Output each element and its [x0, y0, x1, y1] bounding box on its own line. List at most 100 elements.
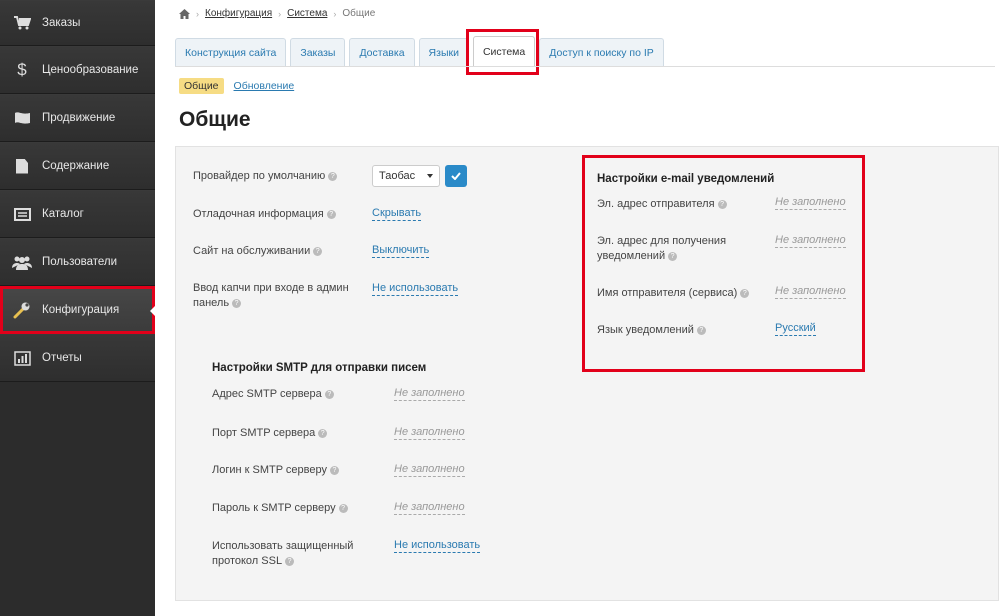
breadcrumb-configuration[interactable]: Конфигурация: [205, 8, 272, 19]
sidebar-item-label: Заказы: [42, 17, 81, 29]
breadcrumb: › Конфигурация › Система › Общие: [179, 8, 375, 19]
sidebar: Заказы $ Ценообразование Продвижение Сод…: [0, 0, 155, 616]
page-title: Общие: [179, 108, 251, 131]
email-language-label: Язык уведомлений?: [597, 323, 706, 338]
check-icon: [451, 172, 461, 180]
smtp-address-value[interactable]: Не заполнено: [394, 387, 465, 401]
help-icon[interactable]: ?: [328, 171, 338, 181]
breadcrumb-current: Общие: [342, 8, 376, 19]
captcha-label-text: Ввод капчи при входе в админ панель: [193, 282, 349, 309]
help-icon[interactable]: ?: [696, 325, 706, 335]
email-section-title: Настройки e-mail уведомлений: [597, 173, 775, 185]
maintenance-toggle-link[interactable]: Выключить: [372, 244, 430, 258]
tabs-divider: [175, 66, 995, 67]
email-sender-value[interactable]: Не заполнено: [775, 196, 846, 210]
smtp-ssl-label-text: Использовать защищенный протокол SSL: [212, 540, 354, 567]
breadcrumb-system[interactable]: Система: [287, 8, 327, 19]
breadcrumb-separator: ›: [333, 8, 337, 19]
provider-label: Провайдер по умолчанию?: [193, 169, 338, 184]
help-icon[interactable]: ?: [717, 199, 727, 209]
provider-select-value: Таобас: [379, 170, 416, 182]
highlight-frame: [466, 29, 539, 75]
email-language-link[interactable]: Русский: [775, 322, 816, 336]
smtp-password-value[interactable]: Не заполнено: [394, 501, 465, 515]
smtp-address-label-text: Адрес SMTP сервера: [212, 388, 322, 400]
subtab-update[interactable]: Обновление: [234, 80, 295, 92]
email-sender-label-text: Эл. адрес отправителя: [597, 198, 715, 210]
maintenance-label: Сайт на обслуживании?: [193, 244, 323, 259]
document-icon: [12, 158, 32, 174]
help-icon[interactable]: ?: [313, 246, 323, 256]
captcha-toggle-link[interactable]: Не использовать: [372, 282, 459, 296]
flag-icon: [12, 110, 32, 126]
debug-label: Отладочная информация?: [193, 207, 336, 222]
tab-ip-search-access[interactable]: Доступ к поиску по IP: [539, 38, 664, 66]
smtp-ssl-toggle-link[interactable]: Не использовать: [394, 539, 481, 553]
smtp-port-value[interactable]: Не заполнено: [394, 426, 465, 440]
chevron-down-icon: [427, 174, 433, 178]
home-icon[interactable]: [179, 8, 190, 19]
email-sender-name-value[interactable]: Не заполнено: [775, 285, 846, 299]
smtp-login-value[interactable]: Не заполнено: [394, 463, 465, 477]
sidebar-item-label: Каталог: [42, 208, 84, 220]
sidebar-item-label: Ценообразование: [42, 64, 139, 76]
email-receiver-value[interactable]: Не заполнено: [775, 234, 846, 248]
smtp-address-label: Адрес SMTP сервера?: [212, 387, 334, 402]
smtp-section-title: Настройки SMTP для отправки писем: [212, 362, 427, 374]
subtab-general[interactable]: Общие: [179, 78, 224, 94]
breadcrumb-separator: ›: [278, 8, 282, 19]
smtp-ssl-label: Использовать защищенный протокол SSL?: [212, 539, 372, 569]
sidebar-item-promotion[interactable]: Продвижение: [0, 94, 155, 142]
sidebar-item-configuration[interactable]: Конфигурация: [0, 286, 155, 334]
help-icon[interactable]: ?: [668, 251, 678, 261]
tab-site-construction[interactable]: Конструкция сайта: [175, 38, 287, 66]
tab-orders[interactable]: Заказы: [290, 38, 346, 66]
sidebar-item-users[interactable]: Пользователи: [0, 238, 155, 286]
help-icon[interactable]: ?: [232, 298, 242, 308]
dollar-icon: $: [17, 60, 27, 79]
apply-button[interactable]: [445, 165, 467, 187]
provider-label-text: Провайдер по умолчанию: [193, 170, 326, 182]
settings-panel: Провайдер по умолчанию? Таобас Отладочна…: [175, 146, 999, 601]
smtp-password-label: Пароль к SMTP серверу?: [212, 501, 348, 516]
sidebar-item-catalog[interactable]: Каталог: [0, 190, 155, 238]
help-icon[interactable]: ?: [326, 209, 336, 219]
sidebar-item-label: Отчеты: [42, 352, 82, 364]
help-icon[interactable]: ?: [338, 503, 348, 513]
email-sender-name-label: Имя отправителя (сервиса)?: [597, 286, 750, 301]
sidebar-item-label: Конфигурация: [42, 304, 120, 316]
smtp-login-label-text: Логин к SMTP серверу: [212, 464, 327, 476]
provider-select[interactable]: Таобас: [372, 165, 440, 187]
maintenance-label-text: Сайт на обслуживании: [193, 245, 311, 257]
help-icon[interactable]: ?: [324, 389, 334, 399]
tab-delivery[interactable]: Доставка: [349, 38, 415, 66]
help-icon[interactable]: ?: [740, 288, 750, 298]
email-sender-name-label-text: Имя отправителя (сервиса): [597, 287, 738, 299]
subtab-bar: Общие Обновление: [179, 78, 294, 94]
help-icon[interactable]: ?: [318, 428, 328, 438]
sidebar-item-orders[interactable]: Заказы: [0, 0, 155, 46]
users-icon: [12, 254, 32, 270]
smtp-port-label-text: Порт SMTP сервера: [212, 427, 316, 439]
cart-icon: [12, 15, 32, 31]
sidebar-item-label: Продвижение: [42, 112, 116, 124]
debug-toggle-link[interactable]: Скрывать: [372, 207, 422, 221]
main-content: › Конфигурация › Система › Общие Констру…: [155, 0, 1000, 616]
sidebar-item-label: Пользователи: [42, 256, 118, 268]
email-receiver-label: Эл. адрес для получения уведомлений?: [597, 234, 752, 264]
sidebar-item-reports[interactable]: Отчеты: [0, 334, 155, 382]
bar-chart-icon: [12, 350, 32, 366]
help-icon[interactable]: ?: [285, 556, 295, 566]
wrench-icon: [12, 302, 32, 319]
smtp-port-label: Порт SMTP сервера?: [212, 426, 328, 441]
sidebar-item-content[interactable]: Содержание: [0, 142, 155, 190]
captcha-label: Ввод капчи при входе в админ панель?: [193, 281, 358, 311]
help-icon[interactable]: ?: [329, 465, 339, 475]
email-receiver-label-text: Эл. адрес для получения уведомлений: [597, 235, 727, 262]
sidebar-item-label: Содержание: [42, 160, 110, 172]
smtp-password-label-text: Пароль к SMTP серверу: [212, 502, 336, 514]
breadcrumb-separator: ›: [196, 8, 199, 19]
sidebar-item-pricing[interactable]: $ Ценообразование: [0, 46, 155, 94]
email-language-label-text: Язык уведомлений: [597, 324, 694, 336]
tab-languages[interactable]: Языки: [418, 38, 469, 66]
